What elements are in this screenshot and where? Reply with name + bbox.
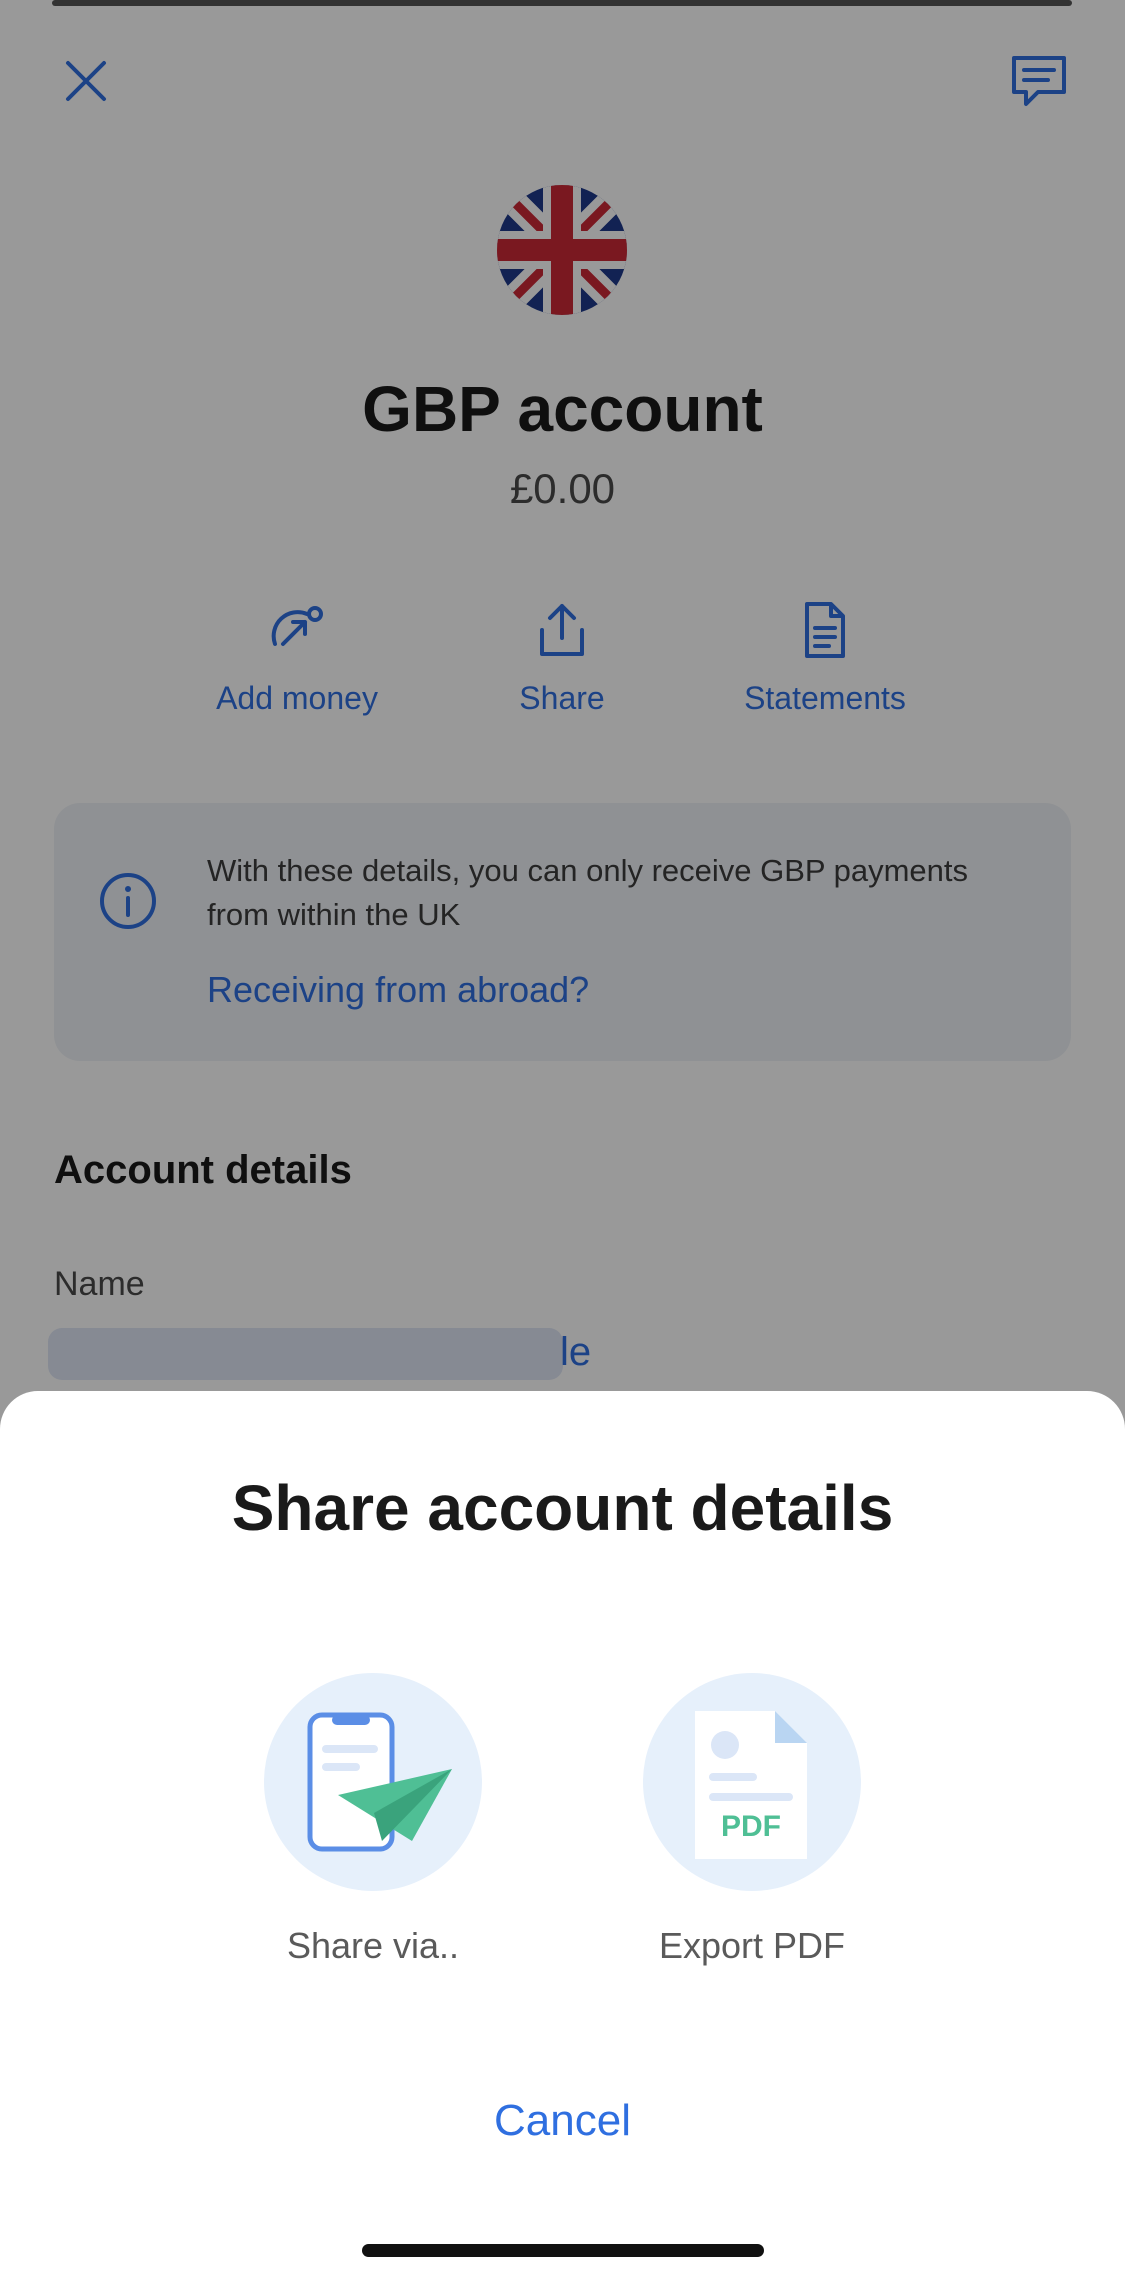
share-via-button[interactable]: Share via..: [253, 1673, 493, 1967]
share-sheet: Share account details Share via.. PDF Ex…: [0, 1391, 1125, 2283]
share-via-label: Share via..: [286, 1925, 460, 1966]
sheet-title: Share account details: [231, 1472, 894, 1544]
share-via-icon: [264, 1673, 482, 1891]
export-pdf-label: Export PDF: [658, 1925, 846, 1966]
pdf-icon: PDF: [643, 1673, 861, 1891]
export-pdf-button[interactable]: PDF Export PDF: [632, 1673, 872, 1967]
cancel-button[interactable]: Cancel: [0, 2096, 1125, 2146]
pdf-icon-text: PDF: [721, 1810, 781, 1843]
home-indicator: [362, 2244, 764, 2257]
